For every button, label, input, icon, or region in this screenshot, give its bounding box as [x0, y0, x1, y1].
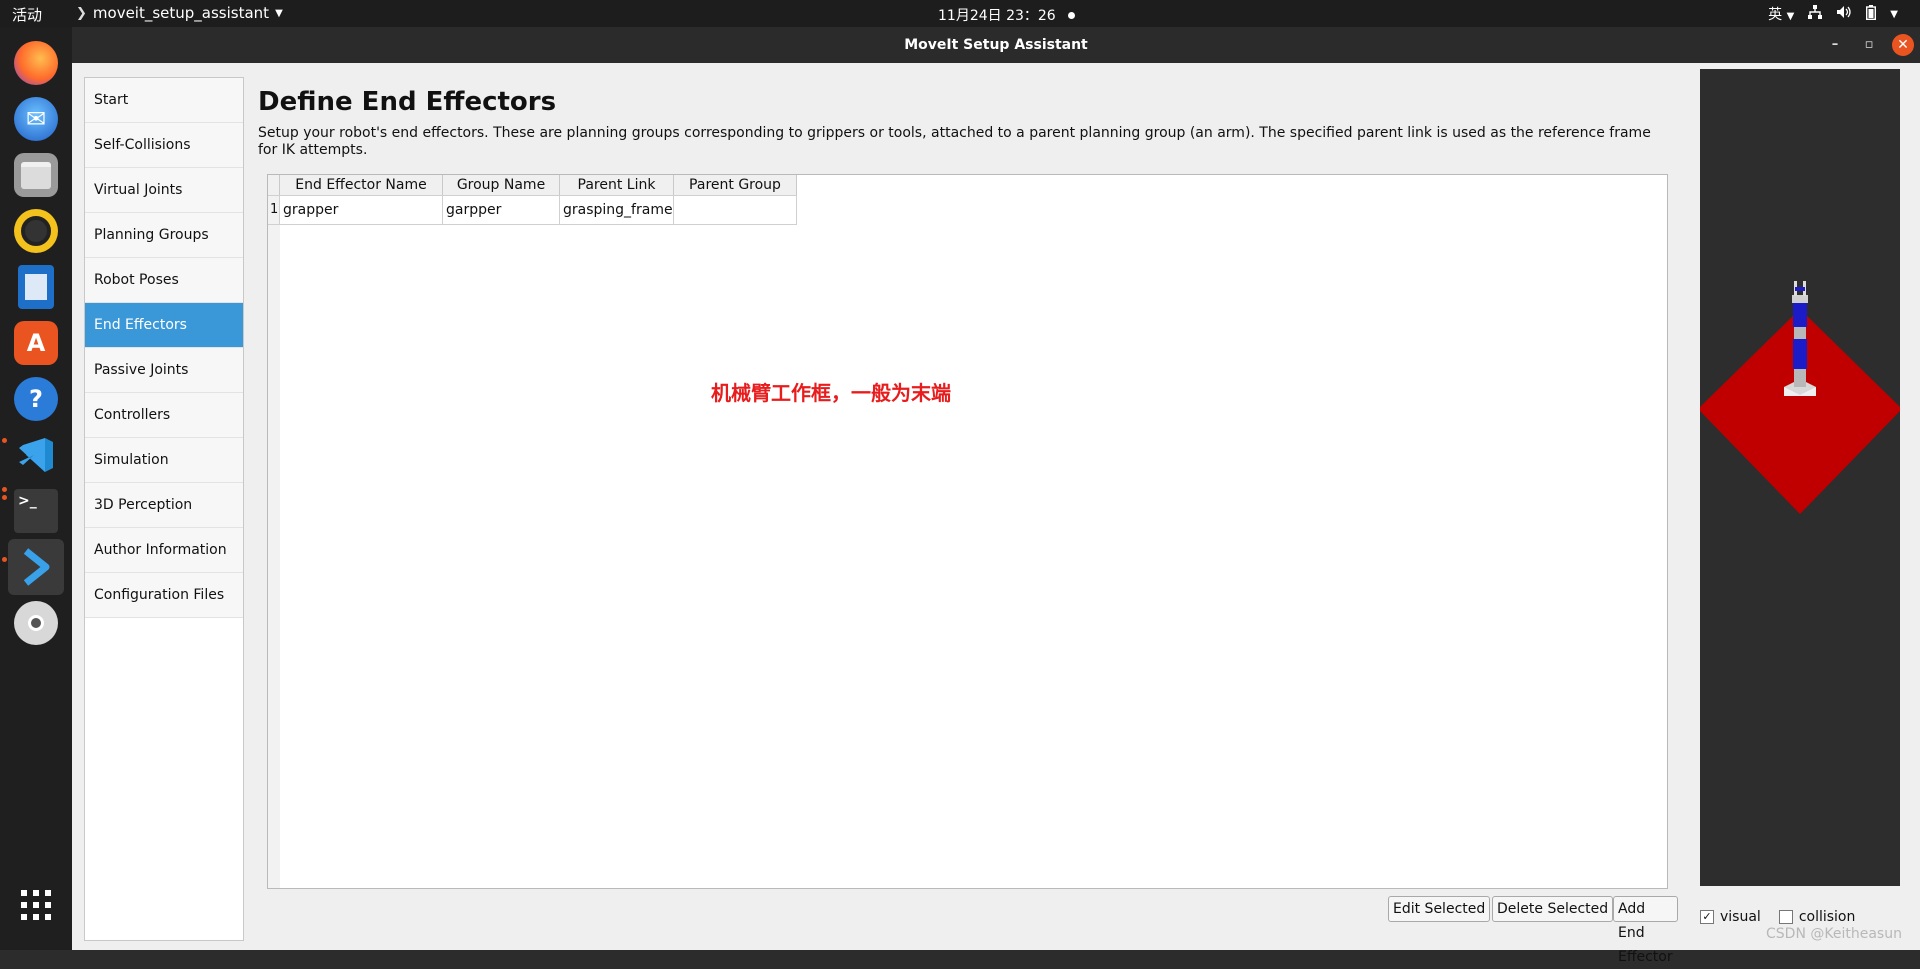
- visual-checkbox-label: visual: [1720, 909, 1761, 925]
- close-button[interactable]: ✕: [1892, 34, 1914, 56]
- thunderbird-icon: ✉: [14, 97, 58, 141]
- nav-item-end-effectors[interactable]: End Effectors: [85, 303, 243, 348]
- nav-item-planning-groups[interactable]: Planning Groups: [85, 213, 243, 258]
- dock-firefox[interactable]: [8, 35, 64, 91]
- system-top-bar: 活动 ❯ moveit_setup_assistant ▼ 11月24日 23：…: [0, 0, 1920, 27]
- files-icon: [14, 153, 58, 197]
- rhythmbox-icon: [14, 209, 58, 253]
- column-header[interactable]: Parent Group: [674, 175, 797, 195]
- checkbox-unchecked-icon: [1778, 910, 1793, 924]
- show-apps-icon: [21, 890, 51, 920]
- dock-writer[interactable]: [8, 259, 64, 315]
- chevron-down-icon: ▼: [1786, 11, 1795, 22]
- main-panel: Define End Effectors Setup your robot's …: [258, 77, 1678, 965]
- page-title: Define End Effectors: [258, 87, 557, 117]
- volume-icon[interactable]: [1836, 5, 1852, 23]
- row-number[interactable]: 1: [268, 196, 280, 225]
- dock-help[interactable]: ?: [8, 371, 64, 427]
- dock-disc[interactable]: [8, 595, 64, 651]
- robot-3d-viewport[interactable]: [1698, 69, 1902, 886]
- minimize-button[interactable]: –: [1824, 34, 1846, 56]
- firefox-icon: [14, 41, 58, 85]
- chevron-down-icon: ▼: [275, 7, 283, 19]
- app-menu-icon: ❯: [76, 5, 87, 21]
- navigation-list: Start Self-Collisions Virtual Joints Pla…: [84, 77, 244, 941]
- input-method-indicator[interactable]: 英 ▼: [1768, 4, 1794, 24]
- nav-item-controllers[interactable]: Controllers: [85, 393, 243, 438]
- close-icon: ✕: [1897, 37, 1909, 53]
- clock[interactable]: 11月24日 23：26: [938, 5, 1075, 25]
- nav-item-passive-joints[interactable]: Passive Joints: [85, 348, 243, 393]
- row-header-gutter: [268, 175, 280, 888]
- robot-model-render: [1698, 281, 1902, 514]
- viewport-display-options: ✓ visual collision: [1700, 909, 1855, 925]
- dock-vscode[interactable]: [8, 427, 64, 483]
- dock: ✉ A ? >_: [0, 27, 72, 950]
- nav-item-virtual-joints[interactable]: Virtual Joints: [85, 168, 243, 213]
- end-effectors-table[interactable]: End Effector Name Group Name Parent Link…: [267, 174, 1668, 889]
- moveit-window: MoveIt Setup Assistant – ▫ ✕ Start Self-…: [72, 27, 1920, 965]
- maximize-button[interactable]: ▫: [1858, 34, 1880, 56]
- nav-item-author-information[interactable]: Author Information: [85, 528, 243, 573]
- nav-item-self-collisions[interactable]: Self-Collisions: [85, 123, 243, 168]
- page-description: Setup your robot's end effectors. These …: [258, 125, 1651, 158]
- table-cell[interactable]: [674, 196, 797, 225]
- system-menu-chevron-icon[interactable]: ▼: [1890, 9, 1898, 20]
- restore-icon: ▫: [1864, 37, 1874, 52]
- disc-icon: [14, 601, 58, 645]
- column-header[interactable]: End Effector Name: [280, 175, 443, 195]
- table-header: End Effector Name Group Name Parent Link…: [268, 175, 797, 196]
- battery-icon[interactable]: [1866, 4, 1877, 24]
- help-icon: ?: [14, 377, 58, 421]
- clock-label: 11月24日 23：26: [938, 8, 1056, 24]
- table-row[interactable]: 1 grapper garpper grasping_frame: [268, 196, 797, 225]
- system-tray[interactable]: 英 ▼ ▼: [1768, 4, 1898, 24]
- minimize-icon: –: [1831, 37, 1839, 52]
- table-cell[interactable]: grasping_frame: [560, 196, 674, 225]
- nav-item-3d-perception[interactable]: 3D Perception: [85, 483, 243, 528]
- dock-files[interactable]: [8, 147, 64, 203]
- collision-checkbox-label: collision: [1798, 909, 1856, 925]
- collision-checkbox[interactable]: collision: [1778, 909, 1856, 925]
- dock-rhythmbox[interactable]: [8, 203, 64, 259]
- network-icon[interactable]: [1808, 5, 1823, 23]
- delete-selected-button[interactable]: Delete Selected: [1492, 896, 1614, 922]
- table-corner: [268, 175, 280, 195]
- nav-item-robot-poses[interactable]: Robot Poses: [85, 258, 243, 303]
- column-header[interactable]: Parent Link: [560, 175, 674, 195]
- activities-button[interactable]: 活动: [12, 4, 42, 25]
- column-header[interactable]: Group Name: [443, 175, 560, 195]
- table-cell[interactable]: garpper: [443, 196, 560, 225]
- app-center-icon: A: [14, 321, 58, 365]
- checkbox-checked-icon: ✓: [1700, 910, 1714, 924]
- watermark: CSDN @Keitheasun: [1766, 926, 1902, 942]
- nav-item-start[interactable]: Start: [85, 78, 243, 123]
- visual-checkbox[interactable]: ✓ visual: [1700, 909, 1761, 925]
- input-method-label: 英: [1768, 7, 1783, 23]
- window-titlebar[interactable]: MoveIt Setup Assistant – ▫ ✕: [72, 27, 1920, 63]
- nav-item-configuration-files[interactable]: Configuration Files: [85, 573, 243, 618]
- dock-show-apps[interactable]: [8, 877, 64, 933]
- moveit-icon: [14, 545, 58, 589]
- dock-thunderbird[interactable]: ✉: [8, 91, 64, 147]
- terminal-icon: >_: [14, 489, 58, 533]
- window-title: MoveIt Setup Assistant: [904, 37, 1088, 53]
- dock-terminal[interactable]: >_: [8, 483, 64, 539]
- table-cell[interactable]: grapper: [280, 196, 443, 225]
- vscode-icon: [14, 433, 58, 477]
- add-end-effector-button[interactable]: Add End Effector: [1613, 896, 1678, 965]
- edit-selected-button[interactable]: Edit Selected: [1388, 896, 1491, 922]
- app-menu-label: moveit_setup_assistant: [92, 4, 270, 22]
- notification-dot-icon: [1067, 11, 1075, 19]
- dock-app-center[interactable]: A: [8, 315, 64, 371]
- dock-moveit[interactable]: [8, 539, 64, 595]
- libreoffice-writer-icon: [18, 265, 54, 309]
- annotation-note: 机械臂工作框，一般为末端: [711, 381, 951, 405]
- app-menu[interactable]: ❯ moveit_setup_assistant ▼: [76, 4, 283, 22]
- nav-item-simulation[interactable]: Simulation: [85, 438, 243, 483]
